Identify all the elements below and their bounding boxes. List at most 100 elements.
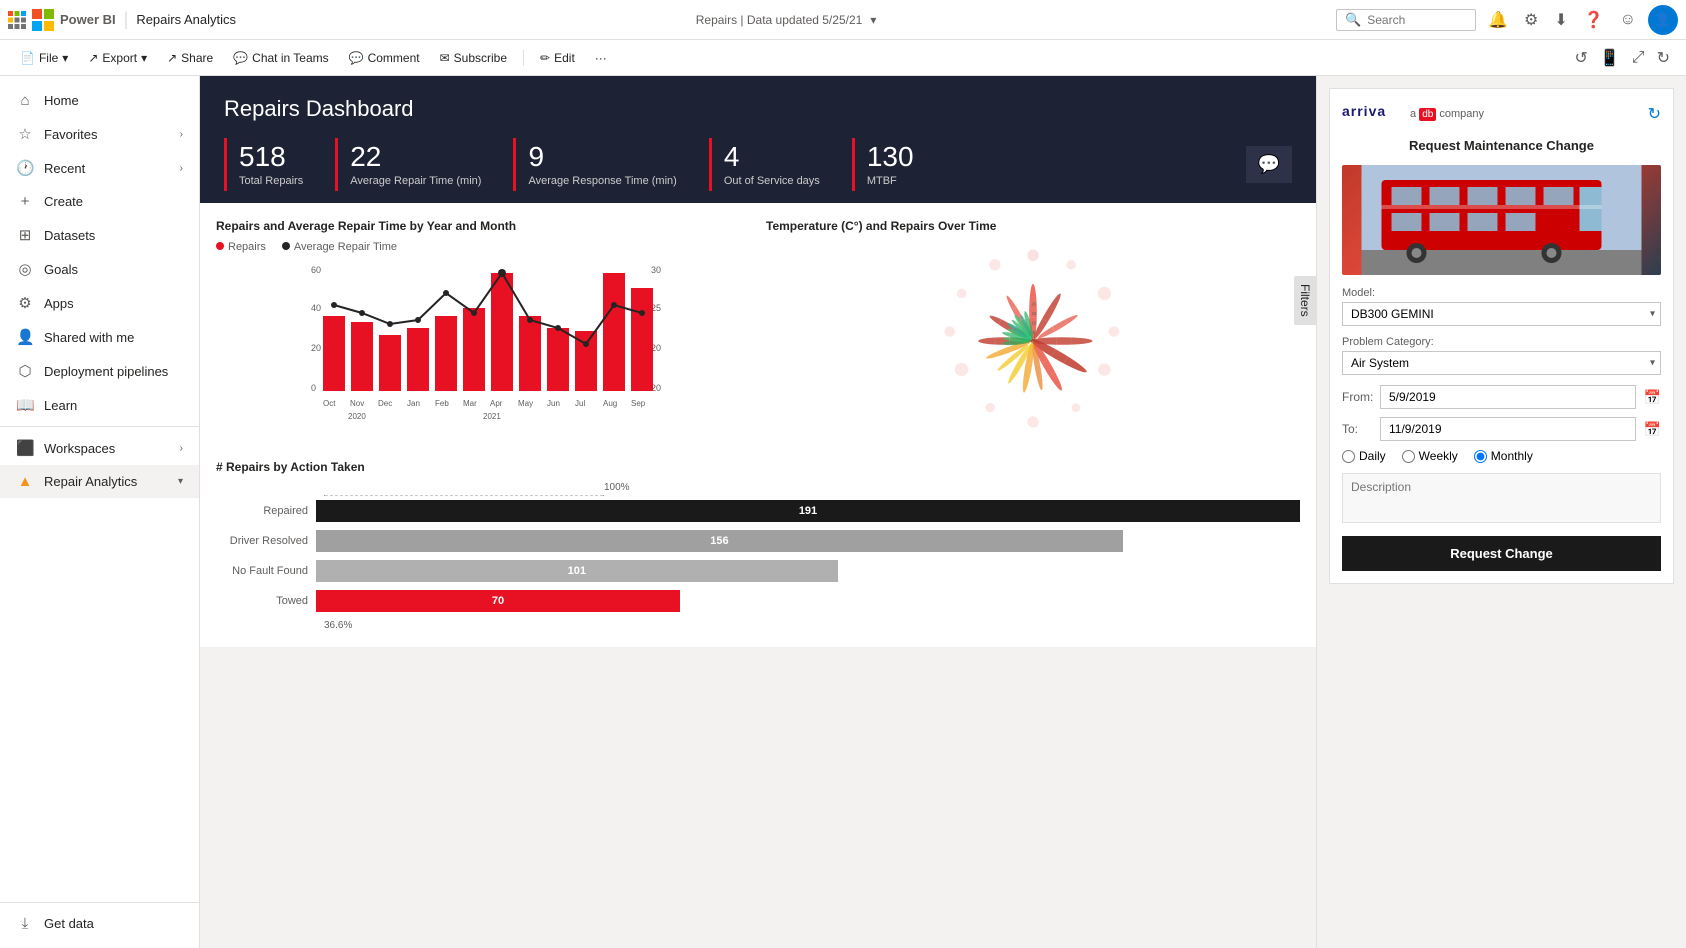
from-date-input[interactable] xyxy=(1380,385,1636,409)
share-icon: ↗ xyxy=(167,51,177,65)
expand-icon[interactable]: ⤢ xyxy=(1628,45,1649,71)
sidebar-item-goals[interactable]: ◎ Goals xyxy=(0,252,199,286)
hbar-bar-area-nofault: 101 xyxy=(316,560,1300,582)
data-info-area: Repairs | Data updated 5/25/21 ▾ xyxy=(244,13,1328,27)
sidebar-label-create: Create xyxy=(44,194,83,209)
export-chevron-icon: ▾ xyxy=(141,51,147,65)
svg-text:Jun: Jun xyxy=(547,399,560,408)
sidebar-item-workspaces[interactable]: ⬛ Workspaces › xyxy=(0,431,199,465)
help-icon[interactable]: ❓ xyxy=(1580,6,1608,34)
edit-button[interactable]: ✏ Edit xyxy=(532,47,583,69)
shared-icon: 👤 xyxy=(16,328,34,346)
svg-text:May: May xyxy=(518,399,533,408)
bar-chart-title: Repairs and Average Repair Time by Year … xyxy=(216,219,750,233)
sidebar-item-favorites[interactable]: ☆ Favorites › xyxy=(0,117,199,151)
subscribe-label: Subscribe xyxy=(454,51,507,65)
comment-button[interactable]: 💬 Comment xyxy=(341,47,428,69)
description-input[interactable] xyxy=(1342,473,1661,523)
sidebar-item-get-data[interactable]: ⤓ Get data xyxy=(0,907,199,940)
sidebar-label-get-data: Get data xyxy=(44,916,94,931)
sidebar-label-deployment: Deployment pipelines xyxy=(44,364,168,379)
radio-weekly-input[interactable] xyxy=(1402,450,1415,463)
percent-bar-markers xyxy=(324,495,604,496)
from-calendar-icon[interactable]: 📅 xyxy=(1644,389,1661,406)
phone-icon[interactable]: 📱 xyxy=(1596,44,1624,72)
sidebar-item-learn[interactable]: 📖 Learn xyxy=(0,388,199,422)
emoji-icon[interactable]: ☺ xyxy=(1616,7,1640,33)
radio-monthly-input[interactable] xyxy=(1474,450,1487,463)
file-label: File xyxy=(39,51,58,65)
problem-label: Problem Category: xyxy=(1342,336,1661,348)
chat-button[interactable]: 💬 Chat in Teams xyxy=(225,47,336,69)
request-change-button[interactable]: Request Change xyxy=(1342,536,1661,571)
form-row-model: Model: DB300 GEMINI ▾ xyxy=(1342,287,1661,326)
bar-chart: 60 40 20 0 30 25 20 20 xyxy=(216,261,750,441)
workspaces-chevron-icon: › xyxy=(180,443,183,454)
more-button[interactable]: ··· xyxy=(587,47,615,69)
chat-label: Chat in Teams xyxy=(252,51,328,65)
sidebar-item-datasets[interactable]: ⊞ Datasets xyxy=(0,218,199,252)
hbar-bar-area-towed: 70 xyxy=(316,590,1300,612)
export-button[interactable]: ↗ Export ▾ xyxy=(80,47,155,69)
data-info: Repairs | Data updated 5/25/21 xyxy=(696,13,863,27)
arriva-logo-svg: arriva xyxy=(1342,101,1402,121)
sidebar-item-home[interactable]: ⌂ Home xyxy=(0,84,199,117)
bar-chart-legend: Repairs Average Repair Time xyxy=(216,241,750,253)
subscribe-button[interactable]: ✉ Subscribe xyxy=(432,47,515,69)
undo-icon[interactable]: ↺ xyxy=(1570,44,1591,72)
create-icon: + xyxy=(16,193,34,210)
maintenance-panel: arriva a db company ↻ Request Maintenanc… xyxy=(1329,88,1674,584)
radio-weekly[interactable]: Weekly xyxy=(1402,449,1458,463)
topbar: Power BI | Repairs Analytics Repairs | D… xyxy=(0,0,1686,40)
sidebar-item-recent[interactable]: 🕐 Recent › xyxy=(0,151,199,185)
file-button[interactable]: 📄 File ▾ xyxy=(12,47,76,69)
waffle-icon[interactable] xyxy=(8,11,26,29)
export-icon: ↗ xyxy=(88,51,98,65)
kpi-mtbf: 130 MTBF xyxy=(852,138,946,191)
radio-daily-input[interactable] xyxy=(1342,450,1355,463)
model-select[interactable]: DB300 GEMINI xyxy=(1342,302,1661,326)
kpi-mtbf-value: 130 xyxy=(867,142,914,173)
form-col-problem: Problem Category: Air System ▾ xyxy=(1342,336,1661,375)
avatar[interactable]: 👤 xyxy=(1648,5,1678,35)
chevron-down-icon[interactable]: ▾ xyxy=(870,13,876,27)
problem-select[interactable]: Air System xyxy=(1342,351,1661,375)
recent-chevron-icon: › xyxy=(180,163,183,174)
filters-tab[interactable]: Filters xyxy=(1294,276,1316,325)
share-button[interactable]: ↗ Share xyxy=(159,47,221,69)
download-icon[interactable]: ⬇ xyxy=(1550,6,1571,34)
to-date-input[interactable] xyxy=(1380,417,1636,441)
366-percent-marker: 36.6% xyxy=(324,620,1300,631)
refresh-icon[interactable]: ↻ xyxy=(1653,44,1674,72)
frequency-radio-group: Daily Weekly Monthly xyxy=(1342,449,1661,463)
dashboard-title: Repairs Dashboard xyxy=(224,96,1292,122)
search-box[interactable]: 🔍 xyxy=(1336,9,1476,31)
more-icon: ··· xyxy=(595,51,607,65)
svg-text:Nov: Nov xyxy=(350,399,364,408)
notification-icon[interactable]: 🔔 xyxy=(1484,6,1512,34)
sidebar-item-create[interactable]: + Create xyxy=(0,185,199,218)
sidebar-item-apps[interactable]: ⚙ Apps xyxy=(0,286,199,320)
hbar-row-towed: Towed 70 xyxy=(216,590,1300,612)
apps-icon: ⚙ xyxy=(16,294,34,312)
kpi-avg-repair-value: 22 xyxy=(350,142,481,173)
sidebar-item-deployment[interactable]: ⬡ Deployment pipelines xyxy=(0,354,199,388)
charts-area: Repairs and Average Repair Time by Year … xyxy=(200,203,1316,460)
radio-monthly[interactable]: Monthly xyxy=(1474,449,1533,463)
radio-daily[interactable]: Daily xyxy=(1342,449,1386,463)
search-input[interactable] xyxy=(1367,13,1467,27)
app-logo[interactable]: Power BI xyxy=(8,9,116,31)
right-panel: arriva a db company ↻ Request Maintenanc… xyxy=(1316,76,1686,948)
chat-icon-button[interactable]: 💬 xyxy=(1246,146,1292,183)
sidebar-label-shared: Shared with me xyxy=(44,330,134,345)
datasets-icon: ⊞ xyxy=(16,226,34,244)
sidebar-item-shared[interactable]: 👤 Shared with me xyxy=(0,320,199,354)
settings-icon[interactable]: ⚙ xyxy=(1520,6,1542,34)
toolbar: 📄 File ▾ ↗ Export ▾ ↗ Share 💬 Chat in Te… xyxy=(0,40,1686,76)
edit-icon: ✏ xyxy=(540,51,550,65)
comment-icon: 💬 xyxy=(349,51,364,65)
to-calendar-icon[interactable]: 📅 xyxy=(1644,421,1661,438)
get-data-icon: ⤓ xyxy=(16,915,34,932)
sidebar-item-repair-analytics[interactable]: ▲ Repair Analytics ▾ xyxy=(0,465,199,498)
refresh-panel-button[interactable]: ↻ xyxy=(1648,104,1661,124)
